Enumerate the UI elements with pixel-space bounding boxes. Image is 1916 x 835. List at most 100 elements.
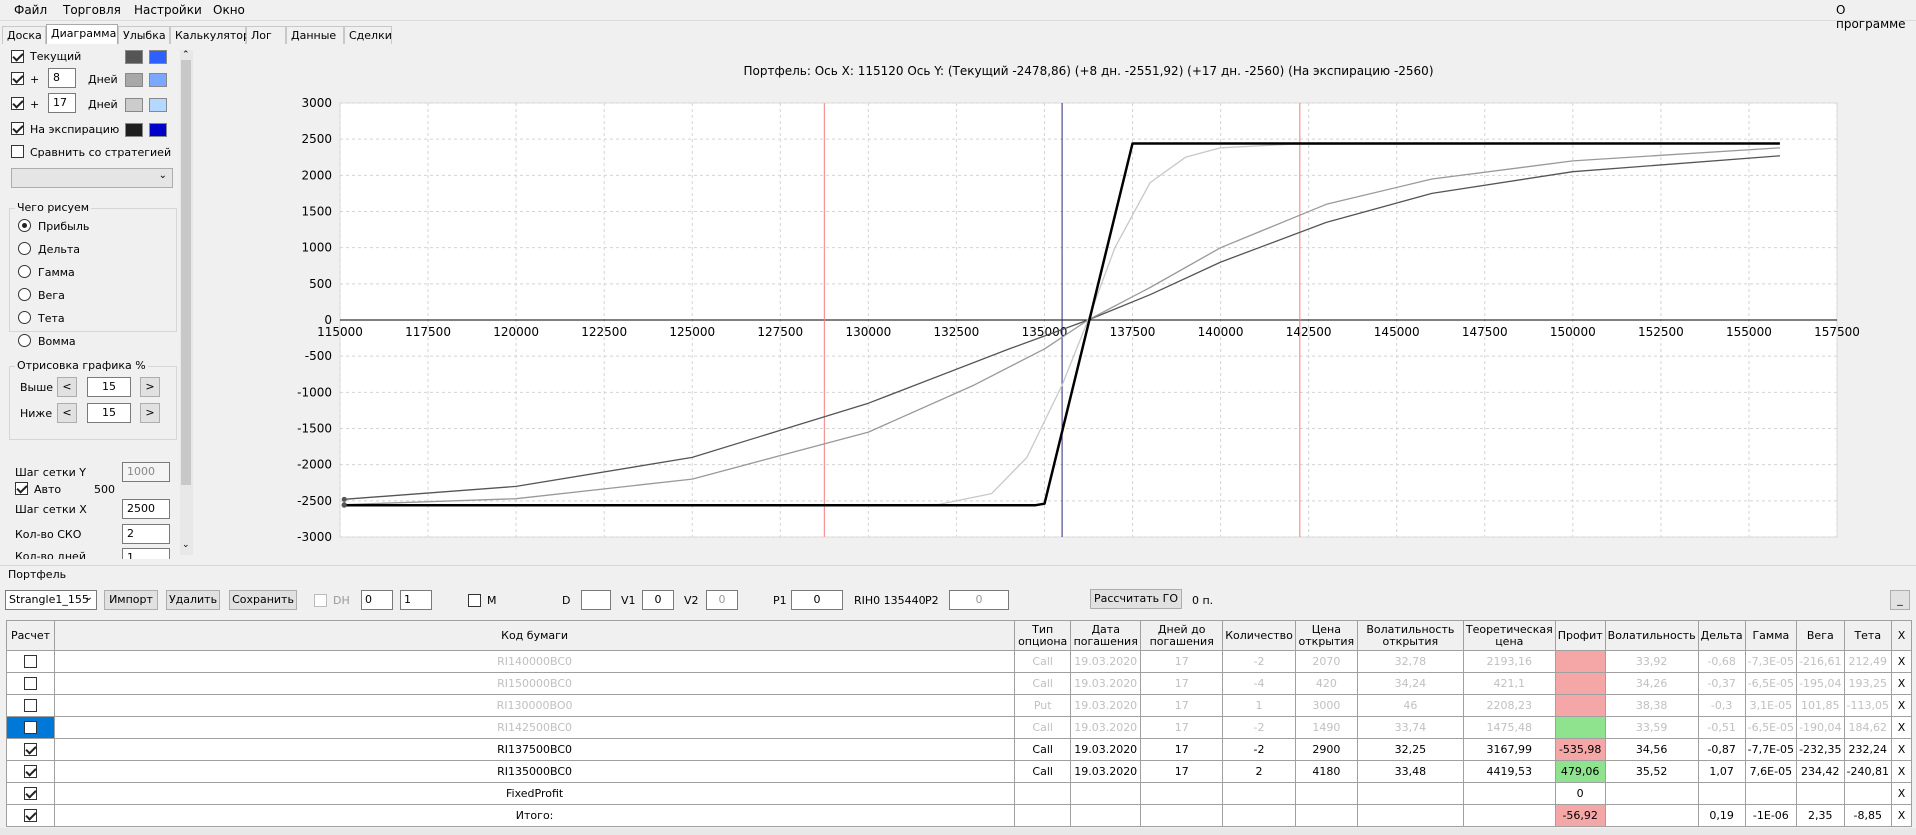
import-button[interactable]: Импорт <box>104 590 158 610</box>
sko-input[interactable]: 2 <box>122 524 170 544</box>
save-button[interactable]: Сохранить <box>229 590 297 610</box>
v1-input[interactable]: 0 <box>642 590 674 610</box>
v2-input[interactable]: 0 <box>706 590 738 610</box>
current-checkbox[interactable] <box>11 50 24 63</box>
col-header[interactable]: X <box>1891 620 1912 651</box>
days2-color-swatch[interactable] <box>125 98 143 112</box>
col-header[interactable]: Дней до погашения <box>1140 620 1224 651</box>
table-row[interactable]: RI137500BC0 Call 19.03.2020 17 -2 2900 32,25 31… <box>6 738 1912 761</box>
spin1-input[interactable]: 0 <box>361 590 393 610</box>
tab-smile[interactable]: Улыбка <box>118 26 170 44</box>
tab-calculator[interactable]: Калькулятор <box>170 26 250 44</box>
calc-cell[interactable] <box>6 804 55 827</box>
row-calc-checkbox[interactable] <box>24 721 37 735</box>
d-input[interactable] <box>581 590 611 610</box>
expiry-alt-color-swatch[interactable] <box>149 123 167 137</box>
compare-checkbox[interactable] <box>11 145 24 158</box>
row-calc-checkbox[interactable] <box>24 699 37 713</box>
radio-gamma[interactable] <box>18 265 31 278</box>
days1-color-swatch[interactable] <box>125 73 143 87</box>
menu-settings[interactable]: Настройки <box>134 3 202 17</box>
col-header[interactable]: Код бумаги <box>53 620 1016 651</box>
row-remove-button[interactable]: X <box>1891 804 1912 827</box>
calc-cell[interactable] <box>6 650 55 673</box>
expiry-color-swatch[interactable] <box>125 123 143 137</box>
menu-trading[interactable]: Торговля <box>63 3 121 17</box>
calc-cell[interactable] <box>6 760 55 783</box>
expiry-checkbox[interactable] <box>11 122 24 135</box>
radio-vega[interactable] <box>18 288 31 301</box>
current-alt-color-swatch[interactable] <box>149 50 167 64</box>
scrollbar-thumb[interactable] <box>181 60 191 485</box>
col-header[interactable]: Профит <box>1554 620 1606 651</box>
days2-input[interactable]: 17 <box>48 93 76 113</box>
row-remove-button[interactable]: X <box>1891 672 1912 695</box>
radio-profit[interactable] <box>18 219 31 232</box>
table-row[interactable]: RI150000BC0 Call 19.03.2020 17 -4 420 34,24 421… <box>6 672 1912 695</box>
menu-file[interactable]: Файл <box>14 3 47 17</box>
col-header[interactable]: Волатильность открытия <box>1356 620 1464 651</box>
tab-diagram[interactable]: Диаграмма <box>46 24 118 44</box>
menu-about[interactable]: О программе <box>1836 3 1916 31</box>
row-remove-button[interactable]: X <box>1891 716 1912 739</box>
col-header[interactable]: Теоретическая цена <box>1462 620 1556 651</box>
strategy-compare-dropdown[interactable]: ⌄ <box>11 168 173 188</box>
radio-theta[interactable] <box>18 311 31 324</box>
table-row[interactable]: RI140000BC0 Call 19.03.2020 17 -2 2070 32,78 21… <box>6 650 1912 673</box>
days-cut-input[interactable]: 1 <box>122 548 170 559</box>
tab-deals[interactable]: Сделки <box>344 26 392 44</box>
radio-vomma[interactable] <box>18 334 31 347</box>
below-increase-button[interactable]: > <box>140 403 160 423</box>
scroll-up-icon[interactable]: ⌃ <box>182 50 190 60</box>
table-row[interactable]: FixedProfit 0 X <box>6 782 1912 805</box>
calc-go-button[interactable]: Рассчитать ГО <box>1090 589 1182 609</box>
strategy-select[interactable]: Strangle1_155 ⌄ <box>5 590 97 610</box>
p2-input[interactable]: 0 <box>949 590 1009 610</box>
scroll-down-icon[interactable]: ⌄ <box>182 540 190 550</box>
radio-delta[interactable] <box>18 242 31 255</box>
col-header[interactable]: Тип опциона <box>1014 620 1072 651</box>
above-increase-button[interactable]: > <box>140 377 160 397</box>
row-calc-checkbox[interactable] <box>24 765 37 779</box>
row-calc-checkbox[interactable] <box>24 787 37 801</box>
p1-input[interactable]: 0 <box>791 590 843 610</box>
table-row[interactable]: RI142500BC0 Call 19.03.2020 17 -2 1490 33,74 14… <box>6 716 1912 739</box>
menu-window[interactable]: Окно <box>213 3 245 17</box>
below-decrease-button[interactable]: < <box>57 403 77 423</box>
m-checkbox[interactable] <box>468 594 481 607</box>
calc-cell[interactable] <box>6 672 55 695</box>
days1-alt-color-swatch[interactable] <box>149 73 167 87</box>
tab-board[interactable]: Доска <box>2 26 46 44</box>
grid-x-input[interactable]: 2500 <box>122 499 170 519</box>
col-header[interactable]: Гамма <box>1744 620 1798 651</box>
col-header[interactable]: Вега <box>1796 620 1845 651</box>
row-remove-button[interactable]: X <box>1891 738 1912 761</box>
minimize-button[interactable]: _ <box>1890 590 1910 610</box>
delete-button[interactable]: Удалить <box>166 590 220 610</box>
calc-cell[interactable] <box>6 694 55 717</box>
above-decrease-button[interactable]: < <box>57 377 77 397</box>
row-remove-button[interactable]: X <box>1891 782 1912 805</box>
col-header[interactable]: Тета <box>1843 620 1893 651</box>
row-remove-button[interactable]: X <box>1891 694 1912 717</box>
row-calc-checkbox[interactable] <box>24 743 37 757</box>
row-remove-button[interactable]: X <box>1891 760 1912 783</box>
tab-log[interactable]: Лог <box>246 26 286 44</box>
col-header[interactable]: Волатильность <box>1604 620 1699 651</box>
current-color-swatch[interactable] <box>125 50 143 64</box>
col-header[interactable]: Количество <box>1222 620 1296 651</box>
tab-data[interactable]: Данные <box>286 26 344 44</box>
col-header[interactable]: Цена открытия <box>1294 620 1358 651</box>
row-calc-checkbox[interactable] <box>24 655 37 669</box>
calc-cell[interactable] <box>6 738 55 761</box>
calc-cell[interactable] <box>6 782 55 805</box>
row-calc-checkbox[interactable] <box>24 677 37 691</box>
auto-checkbox[interactable] <box>15 482 28 495</box>
row-calc-checkbox[interactable] <box>24 809 37 823</box>
col-header[interactable]: Расчет <box>6 620 55 651</box>
table-row[interactable]: Итого: -56,92 0,19 -1E-06 2,35 -8,85 X <box>6 804 1912 827</box>
dh-checkbox[interactable] <box>314 594 327 607</box>
spin2-input[interactable]: 1 <box>400 590 432 610</box>
table-row[interactable]: RI135000BC0 Call 19.03.2020 17 2 4180 33,48 441… <box>6 760 1912 783</box>
days1-input[interactable]: 8 <box>48 68 76 88</box>
